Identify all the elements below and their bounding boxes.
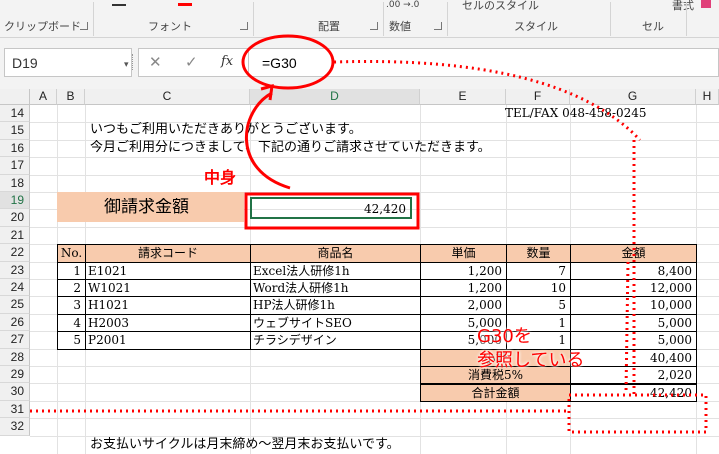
formula-highlight-circle bbox=[241, 34, 335, 90]
reference-dotted-path-inner bbox=[624, 261, 630, 393]
cell-highlight-box bbox=[244, 192, 420, 230]
reference-annotation-1: G30を bbox=[477, 326, 532, 347]
contents-annotation: 中身 bbox=[204, 168, 237, 187]
g30-dotted-box bbox=[567, 393, 708, 434]
reference-dotted-path-top bbox=[333, 60, 642, 142]
reference-annotation-2: 参照している bbox=[477, 350, 585, 371]
annotation-overlay bbox=[30, 34, 708, 434]
contents-arrow bbox=[244, 91, 291, 190]
